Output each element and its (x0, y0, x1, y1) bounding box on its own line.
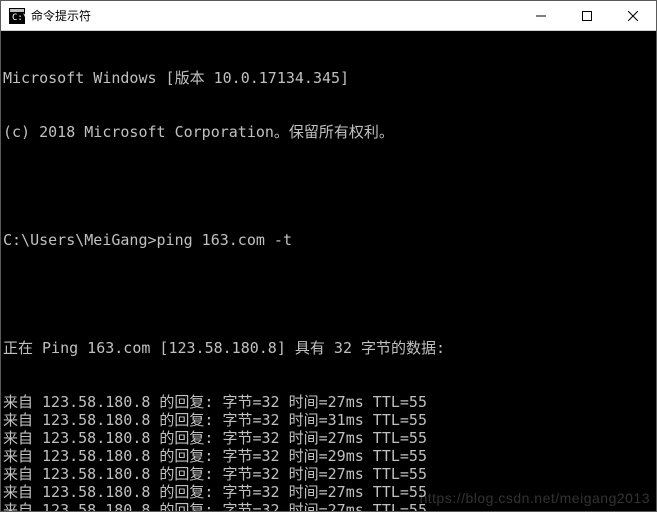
prompt-command: ping 163.com -t (157, 231, 292, 249)
reply-line: 来自 123.58.180.8 的回复: 字节=32 时间=27ms TTL=5… (3, 429, 656, 447)
copyright-line: (c) 2018 Microsoft Corporation。保留所有权利。 (3, 123, 656, 141)
reply-line: 来自 123.58.180.8 的回复: 字节=32 时间=27ms TTL=5… (3, 393, 656, 411)
maximize-button[interactable] (564, 1, 610, 30)
app-window: C:\ 命令提示符 Microsoft Windows [版本 10.0.171… (0, 0, 657, 512)
reply-line: 来自 123.58.180.8 的回复: 字节=32 时间=27ms TTL=5… (3, 501, 656, 511)
titlebar[interactable]: C:\ 命令提示符 (1, 1, 656, 31)
close-button[interactable] (610, 1, 656, 30)
minimize-button[interactable] (518, 1, 564, 30)
terminal-output[interactable]: Microsoft Windows [版本 10.0.17134.345] (c… (1, 31, 656, 511)
reply-line: 来自 123.58.180.8 的回复: 字节=32 时间=27ms TTL=5… (3, 483, 656, 501)
prompt-line: C:\Users\MeiGang>ping 163.com -t (3, 231, 656, 249)
reply-line: 来自 123.58.180.8 的回复: 字节=32 时间=29ms TTL=5… (3, 447, 656, 465)
blank-line (3, 285, 656, 303)
reply-line: 来自 123.58.180.8 的回复: 字节=32 时间=27ms TTL=5… (3, 465, 656, 483)
prompt-path: C:\Users\MeiGang> (3, 231, 157, 249)
window-title: 命令提示符 (31, 7, 518, 24)
svg-text:C:\: C:\ (12, 13, 25, 23)
banner-line: Microsoft Windows [版本 10.0.17134.345] (3, 69, 656, 87)
ping-replies: 来自 123.58.180.8 的回复: 字节=32 时间=27ms TTL=5… (3, 393, 656, 511)
cmd-icon: C:\ (9, 8, 25, 24)
window-controls (518, 1, 656, 30)
ping-header-line: 正在 Ping 163.com [123.58.180.8] 具有 32 字节的… (3, 339, 656, 357)
blank-line (3, 177, 656, 195)
reply-line: 来自 123.58.180.8 的回复: 字节=32 时间=31ms TTL=5… (3, 411, 656, 429)
